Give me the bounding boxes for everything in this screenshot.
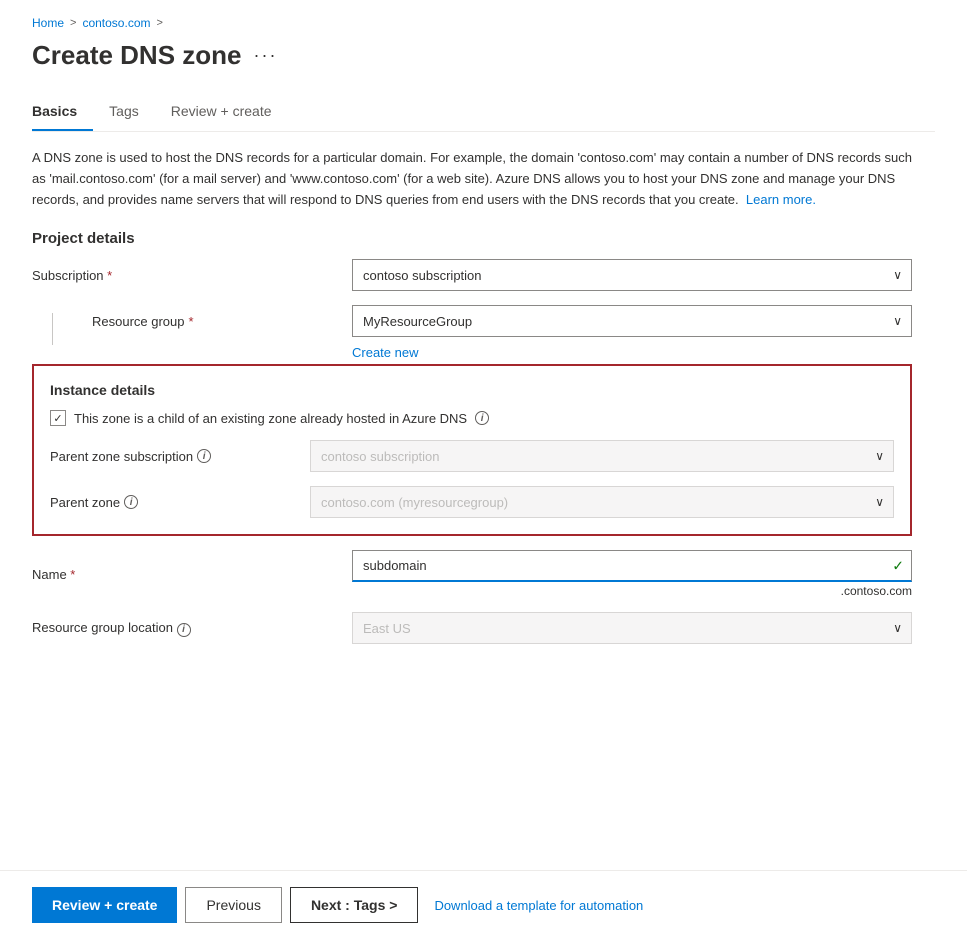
tab-tags[interactable]: Tags	[109, 95, 155, 131]
parent-zone-sub-dropdown-wrapper: contoso subscription	[310, 440, 894, 472]
page-title: Create DNS zone	[32, 40, 242, 71]
resource-group-dropdown-wrapper: MyResourceGroup	[352, 305, 912, 337]
more-options-button[interactable]: ···	[254, 45, 278, 66]
resource-group-control: MyResourceGroup	[352, 305, 912, 337]
breadcrumb-home[interactable]: Home	[32, 16, 64, 30]
subscription-control: contoso subscription	[352, 259, 912, 291]
breadcrumb-contoso[interactable]: contoso.com	[82, 16, 150, 30]
next-tags-button[interactable]: Next : Tags >	[290, 887, 419, 923]
rg-location-control: East US	[352, 612, 912, 644]
child-zone-checkbox[interactable]	[50, 410, 66, 426]
parent-zone-label: Parent zone i	[50, 495, 310, 510]
subscription-dropdown[interactable]: contoso subscription	[352, 259, 912, 291]
instance-details-box: Instance details This zone is a child of…	[32, 364, 912, 536]
rg-location-dropdown[interactable]: East US	[352, 612, 912, 644]
name-required: *	[70, 567, 75, 582]
rg-location-label: Resource group location i	[32, 620, 352, 637]
resource-group-dropdown[interactable]: MyResourceGroup	[352, 305, 912, 337]
download-template-link[interactable]: Download a template for automation	[434, 898, 643, 913]
create-new-link[interactable]: Create new	[352, 345, 418, 360]
name-label: Name *	[32, 567, 352, 582]
name-input[interactable]	[352, 550, 912, 582]
breadcrumb-sep2: >	[157, 17, 163, 29]
name-checkmark-icon: ✓	[892, 558, 904, 575]
parent-zone-subscription-label: Parent zone subscription i	[50, 449, 310, 464]
review-create-button[interactable]: Review + create	[32, 887, 177, 923]
parent-zone-dropdown[interactable]: contoso.com (myresourcegroup)	[310, 486, 894, 518]
subdomain-suffix: .contoso.com	[352, 584, 912, 598]
parent-zone-dropdown-wrapper: contoso.com (myresourcegroup)	[310, 486, 894, 518]
tab-basics[interactable]: Basics	[32, 95, 93, 131]
subscription-required: *	[107, 268, 112, 283]
rg-required: *	[189, 314, 194, 329]
parent-zone-subscription-control: contoso subscription	[310, 440, 894, 472]
breadcrumb-sep1: >	[70, 17, 76, 29]
tabs-container: Basics Tags Review + create	[32, 95, 935, 132]
learn-more-link[interactable]: Learn more.	[746, 192, 816, 207]
description-text: A DNS zone is used to host the DNS recor…	[32, 148, 912, 210]
breadcrumb: Home > contoso.com >	[32, 16, 935, 30]
child-zone-label: This zone is a child of an existing zone…	[74, 411, 467, 426]
subscription-dropdown-wrapper: contoso subscription	[352, 259, 912, 291]
resource-group-label: Resource group *	[92, 314, 352, 329]
footer: Review + create Previous Next : Tags > D…	[0, 870, 967, 939]
instance-details-heading: Instance details	[50, 382, 894, 398]
parent-zone-info-icon: i	[124, 495, 138, 509]
child-zone-info-icon: i	[475, 411, 489, 425]
previous-button[interactable]: Previous	[185, 887, 281, 923]
rg-location-info-icon: i	[177, 623, 191, 637]
project-details-heading: Project details	[32, 230, 912, 247]
parent-zone-sub-info-icon: i	[197, 449, 211, 463]
tab-review-create[interactable]: Review + create	[171, 95, 288, 131]
subscription-label: Subscription *	[32, 268, 352, 283]
name-control: ✓ .contoso.com	[352, 550, 912, 598]
parent-zone-control: contoso.com (myresourcegroup)	[310, 486, 894, 518]
parent-zone-subscription-dropdown[interactable]: contoso subscription	[310, 440, 894, 472]
rg-location-dropdown-wrapper: East US	[352, 612, 912, 644]
name-input-wrapper: ✓	[352, 550, 912, 582]
